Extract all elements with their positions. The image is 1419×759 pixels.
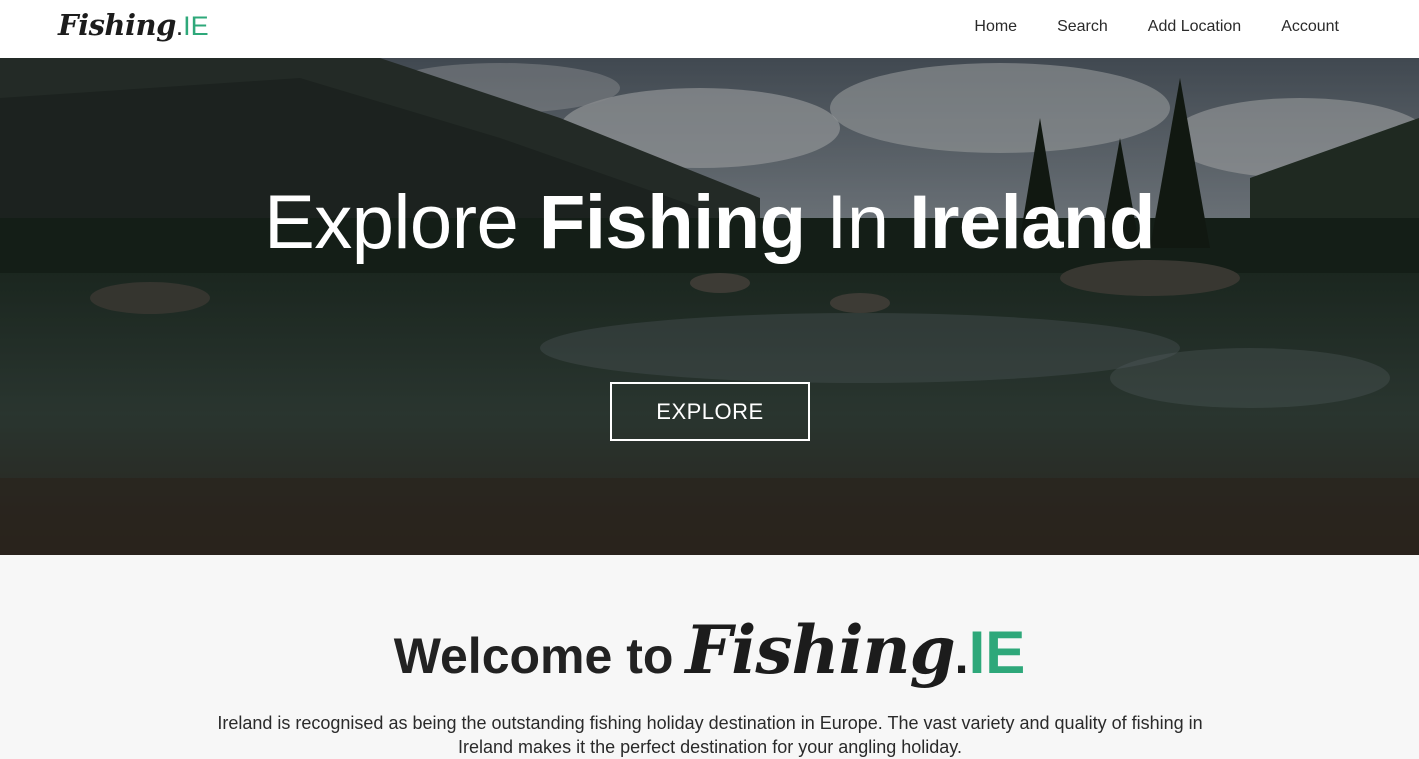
top-navbar: Fishing . IE Home Search Add Location Ac… <box>0 0 1419 58</box>
nav-add-location-link[interactable]: Add Location <box>1148 18 1241 36</box>
hero-overlay <box>0 58 1419 555</box>
welcome-dot: . <box>954 628 969 684</box>
site-logo[interactable]: Fishing . IE <box>58 8 209 42</box>
hero-title-part1: Explore <box>264 180 539 265</box>
hero-title-part4: Ireland <box>909 180 1155 265</box>
welcome-paragraph: Ireland is recognised as being the outst… <box>217 713 1203 757</box>
nav-account-link[interactable]: Account <box>1281 18 1339 36</box>
main-nav: Home Search Add Location Account <box>934 18 1339 36</box>
hero-banner: Explore Fishing In Ireland EXPLORE <box>0 58 1419 555</box>
nav-home-link[interactable]: Home <box>974 18 1017 36</box>
nav-search-link[interactable]: Search <box>1057 18 1108 36</box>
hero-title-part3: In <box>805 180 910 265</box>
hero-title: Explore Fishing In Ireland <box>0 180 1419 266</box>
logo-brand-text: Fishing <box>58 8 176 42</box>
hero-title-part2: Fishing <box>538 180 806 265</box>
welcome-heading: Welcome to Fishing . IE <box>0 611 1419 689</box>
explore-button[interactable]: EXPLORE <box>610 382 810 441</box>
welcome-section: Welcome to Fishing . IE Ireland is recog… <box>0 555 1419 757</box>
logo-dot: . <box>175 11 184 41</box>
welcome-prefix: Welcome to <box>393 628 674 684</box>
welcome-brand: Fishing <box>685 611 955 689</box>
logo-tld: IE <box>183 11 209 41</box>
welcome-tld: IE <box>968 619 1026 686</box>
